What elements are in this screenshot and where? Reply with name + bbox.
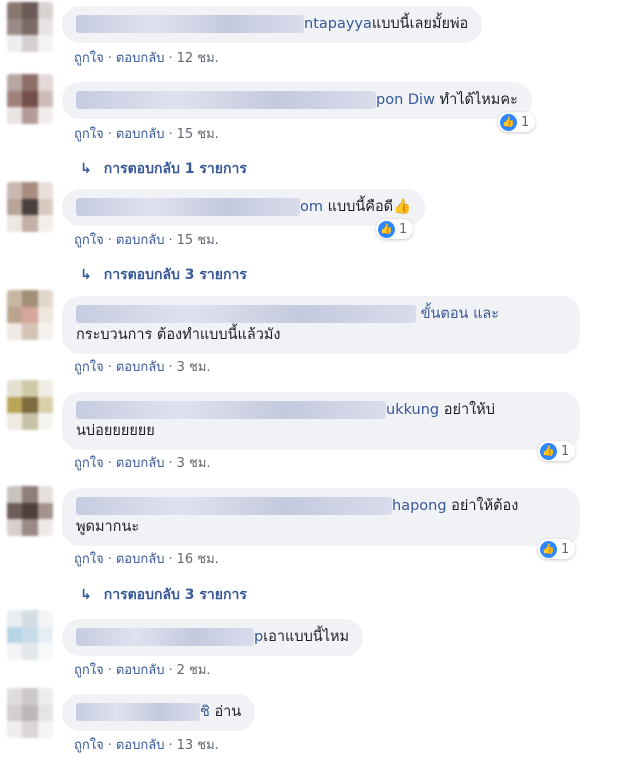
commenter-name[interactable]: hapong [392, 498, 447, 514]
timestamp[interactable]: 16 ชม. [177, 552, 219, 567]
comment-actions: ถูกใจ · ตอบกลับ · 13 ชม. [74, 738, 219, 753]
comment-bubble: hapong อย่าให้ต้อง พูดมากนะ [62, 488, 580, 546]
comment-bubble: pเอาแบบนี้ไหม [62, 619, 364, 656]
comment-actions: ถูกใจ · ตอบกลับ · 15 ชม. [74, 127, 219, 142]
like-reaction-icon: 👍 [540, 540, 557, 558]
commenter-name-blurred[interactable] [76, 91, 376, 109]
avatar[interactable] [7, 2, 53, 52]
comment-actions: ถูกใจ · ตอบกลับ · 16 ชม. [74, 552, 219, 567]
comment-bubble: ntapayyaแบบนี้เลยมั้ยพ่อ [62, 6, 483, 43]
comment-bubble: ukkung อย่าให้บ่ นบ่อยยยยยย [62, 392, 580, 450]
comment-text: ขั้นตอน และ [420, 306, 500, 322]
reaction-count[interactable]: 👍 1 [538, 441, 576, 461]
commenter-name-blurred[interactable] [76, 198, 300, 216]
timestamp[interactable]: 2 ชม. [177, 663, 211, 678]
comment-actions: ถูกใจ · ตอบกลับ · 12 ชม. [74, 51, 219, 66]
commenter-name[interactable]: om [300, 199, 323, 215]
comment-bubble: om แบบนี้คือดี👍 [62, 189, 426, 226]
reaction-number: 1 [521, 114, 530, 130]
reaction-number: 1 [561, 541, 570, 557]
timestamp[interactable]: 3 ชม. [177, 456, 211, 471]
reaction-count[interactable]: 👍 1 [498, 112, 536, 132]
reaction-count[interactable]: 👍 1 [538, 539, 576, 559]
reaction-number: 1 [399, 221, 408, 237]
avatar[interactable] [7, 610, 53, 660]
commenter-name-blurred[interactable] [76, 703, 200, 721]
reply-link[interactable]: ตอบกลับ [116, 552, 165, 567]
replies-label: การตอบกลับ 3 รายการ [103, 267, 247, 283]
reply-arrow-icon: ↳ [80, 267, 92, 283]
reply-arrow-icon: ↳ [80, 161, 92, 177]
reply-link[interactable]: ตอบกลับ [116, 360, 165, 375]
comment-actions: ถูกใจ · ตอบกลับ · 2 ชม. [74, 663, 211, 678]
comment-text: แบบนี้คือดี👍 [327, 199, 412, 215]
commenter-name-blurred[interactable] [76, 628, 254, 646]
avatar[interactable] [7, 182, 53, 232]
comment-text: อ่าน [214, 704, 242, 720]
like-link[interactable]: ถูกใจ [74, 51, 104, 66]
reply-link[interactable]: ตอบกลับ [116, 51, 165, 66]
reaction-number: 1 [561, 443, 570, 459]
reply-link[interactable]: ตอบกลับ [116, 456, 165, 471]
comment-bubble: ขั้นตอน และ กระบวนการ ต้องทำแบบนี้แล้วมั… [62, 296, 580, 354]
comment-text: อย่าให้บ่ [443, 402, 495, 418]
comment-actions: ถูกใจ · ตอบกลับ · 15 ชม. [74, 233, 219, 248]
commenter-name[interactable]: ชิ [200, 704, 210, 720]
like-reaction-icon: 👍 [378, 220, 395, 238]
like-reaction-icon: 👍 [540, 442, 557, 460]
like-link[interactable]: ถูกใจ [74, 233, 104, 248]
replies-label: การตอบกลับ 1 รายการ [103, 161, 247, 177]
reply-arrow-icon: ↳ [80, 587, 92, 603]
timestamp[interactable]: 3 ชม. [177, 360, 211, 375]
like-link[interactable]: ถูกใจ [74, 663, 104, 678]
avatar[interactable] [7, 290, 53, 340]
avatar[interactable] [7, 74, 53, 124]
timestamp[interactable]: 12 ชม. [177, 51, 219, 66]
comment-text-line-2: นบ่อยยยยยย [76, 423, 155, 439]
reaction-count[interactable]: 👍 1 [376, 219, 414, 239]
view-replies-link[interactable]: ↳ การตอบกลับ 3 รายการ [80, 264, 247, 286]
commenter-name[interactable]: pon Diw [376, 92, 435, 108]
comment-text: เอาแบบนี้ไหม [263, 629, 350, 645]
timestamp[interactable]: 15 ชม. [177, 127, 219, 142]
like-link[interactable]: ถูกใจ [74, 552, 104, 567]
comment-bubble: pon Diw ทำได้ไหมคะ [62, 82, 532, 119]
like-reaction-icon: 👍 [500, 113, 517, 131]
reply-link[interactable]: ตอบกลับ [116, 233, 165, 248]
commenter-name[interactable]: ukkung [386, 402, 439, 418]
reply-link[interactable]: ตอบกลับ [116, 127, 165, 142]
commenter-name-blurred[interactable] [76, 305, 416, 323]
timestamp[interactable]: 15 ชม. [177, 233, 219, 248]
avatar[interactable] [7, 380, 53, 430]
comment-text-line-2: พูดมากนะ [76, 519, 140, 535]
replies-label: การตอบกลับ 3 รายการ [103, 587, 247, 603]
comment-bubble: ชิ อ่าน [62, 694, 256, 731]
view-replies-link[interactable]: ↳ การตอบกลับ 3 รายการ [80, 584, 247, 606]
comment-text-line-2: กระบวนการ ต้องทำแบบนี้แล้วมัง [76, 327, 281, 343]
commenter-name-blurred[interactable] [76, 15, 304, 33]
like-link[interactable]: ถูกใจ [74, 360, 104, 375]
commenter-name[interactable]: p [254, 629, 263, 645]
like-link[interactable]: ถูกใจ [74, 738, 104, 753]
commenter-name-blurred[interactable] [76, 497, 392, 515]
like-link[interactable]: ถูกใจ [74, 456, 104, 471]
comment-text: อย่าให้ต้อง [451, 498, 519, 514]
reply-link[interactable]: ตอบกลับ [116, 738, 165, 753]
comment-actions: ถูกใจ · ตอบกลับ · 3 ชม. [74, 456, 211, 471]
view-replies-link[interactable]: ↳ การตอบกลับ 1 รายการ [80, 158, 247, 180]
timestamp[interactable]: 13 ชม. [177, 738, 219, 753]
reply-link[interactable]: ตอบกลับ [116, 663, 165, 678]
comment-text: แบบนี้เลยมั้ยพ่อ [371, 16, 469, 32]
avatar[interactable] [7, 688, 53, 738]
commenter-name[interactable]: ntapayya [304, 16, 372, 32]
avatar[interactable] [7, 486, 53, 536]
comment-text: ทำได้ไหมคะ [439, 92, 518, 108]
commenter-name-blurred[interactable] [76, 401, 386, 419]
like-link[interactable]: ถูกใจ [74, 127, 104, 142]
comment-actions: ถูกใจ · ตอบกลับ · 3 ชม. [74, 360, 211, 375]
